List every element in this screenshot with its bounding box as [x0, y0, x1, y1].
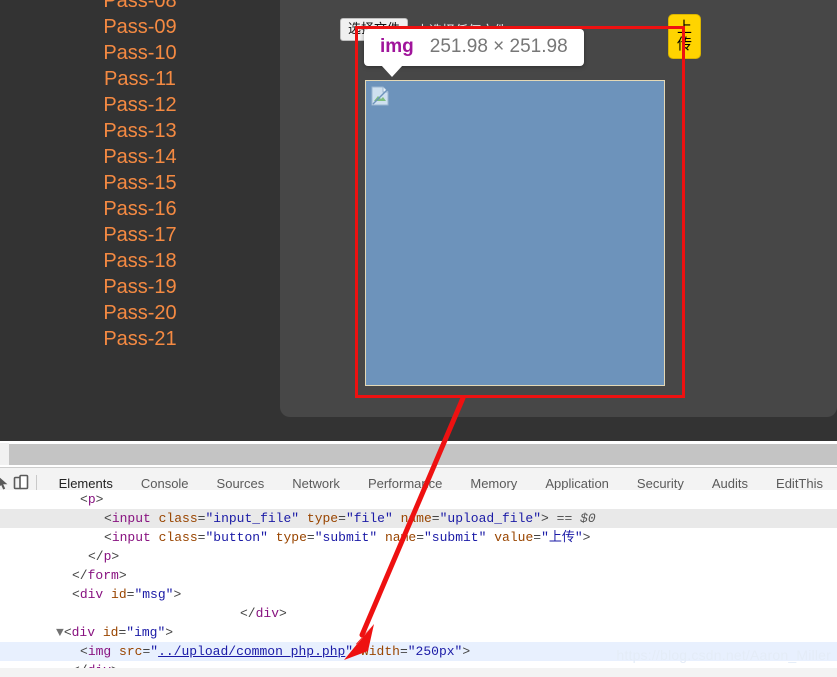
- pass-nav-item[interactable]: Pass-15: [0, 170, 280, 196]
- tooltip-dimensions: 251.98 × 251.98: [429, 36, 568, 57]
- pass-nav-link[interactable]: Pass-12: [103, 94, 176, 116]
- pass-nav-link[interactable]: Pass-17: [103, 224, 176, 246]
- pass-nav-list: Pass-08 Pass-09 Pass-10 Pass-11 Pass-12 Pass-…: [0, 0, 280, 408]
- image-element-highlight[interactable]: [365, 80, 665, 386]
- dom-tree-line[interactable]: </form>: [0, 566, 837, 585]
- pass-nav-link[interactable]: Pass-15: [103, 172, 176, 194]
- pass-nav-item[interactable]: Pass-16: [0, 196, 280, 222]
- pass-nav-item[interactable]: Pass-09: [0, 14, 280, 40]
- dom-tree-line[interactable]: </p>: [0, 547, 837, 566]
- broken-image-icon: [371, 86, 389, 106]
- pass-nav-link[interactable]: Pass-11: [104, 68, 176, 90]
- dom-tree-line[interactable]: <input class="input_file" type="file" na…: [0, 509, 837, 528]
- pass-nav-link[interactable]: Pass-16: [103, 198, 176, 220]
- dom-tree-line[interactable]: ▼<div id="img">: [0, 623, 837, 642]
- pass-nav-item[interactable]: Pass-13: [0, 118, 280, 144]
- pass-nav-link[interactable]: Pass-18: [103, 250, 176, 272]
- pass-nav-link[interactable]: Pass-19: [103, 276, 176, 298]
- pass-nav-link[interactable]: Pass-09: [103, 16, 176, 38]
- dom-tree-line[interactable]: <p>: [0, 490, 837, 509]
- elements-dom-tree[interactable]: <p> <input class="input_file" type="file"…: [0, 490, 837, 668]
- pass-nav-link[interactable]: Pass-10: [103, 42, 176, 64]
- scrollbar-track-edge: [0, 443, 9, 465]
- screenshot-root: Pass-08 Pass-09 Pass-10 Pass-11 Pass-12 Pass-…: [0, 0, 837, 677]
- pass-nav-item[interactable]: Pass-12: [0, 92, 280, 118]
- pass-nav-link[interactable]: Pass-08: [103, 0, 176, 12]
- horizontal-scrollbar-band[interactable]: [0, 443, 837, 465]
- inspector-dimension-tooltip: img 251.98 × 251.98: [364, 29, 584, 77]
- pass-nav-link[interactable]: Pass-14: [103, 146, 176, 168]
- pass-nav-item[interactable]: Pass-19: [0, 274, 280, 300]
- pass-nav-item[interactable]: Pass-20: [0, 300, 280, 326]
- dom-tree-line[interactable]: </div>: [0, 604, 837, 623]
- pass-nav-item[interactable]: Pass-08: [0, 0, 280, 14]
- pass-nav-item[interactable]: Pass-21: [0, 326, 280, 352]
- devtools-panel: Elements Console Sources Network Performance…: [0, 467, 837, 677]
- pass-nav-link[interactable]: Pass-13: [103, 120, 176, 142]
- web-page-viewport: Pass-08 Pass-09 Pass-10 Pass-11 Pass-12 Pass-…: [0, 0, 837, 441]
- dom-tree-line[interactable]: <input class="button" type="submit" name…: [0, 528, 837, 547]
- pass-nav-link[interactable]: Pass-20: [103, 302, 176, 324]
- pass-nav-item[interactable]: Pass-17: [0, 222, 280, 248]
- upload-submit-button[interactable]: 上传: [668, 14, 702, 59]
- watermark-text: https://blog.csdn.net/Aaron_Miller: [616, 647, 831, 663]
- pass-nav-item[interactable]: Pass-18: [0, 248, 280, 274]
- pass-nav-item[interactable]: Pass-10: [0, 40, 280, 66]
- pass-nav-item[interactable]: Pass-14: [0, 144, 280, 170]
- tooltip-pointer: [381, 65, 403, 77]
- pass-nav-link[interactable]: Pass-21: [103, 328, 176, 350]
- tooltip-tag-name: img: [380, 36, 414, 57]
- toolbar-divider: [36, 475, 37, 491]
- pass-nav-item[interactable]: Pass-11: [0, 66, 280, 92]
- dom-tree-line[interactable]: <div id="msg">: [0, 585, 837, 604]
